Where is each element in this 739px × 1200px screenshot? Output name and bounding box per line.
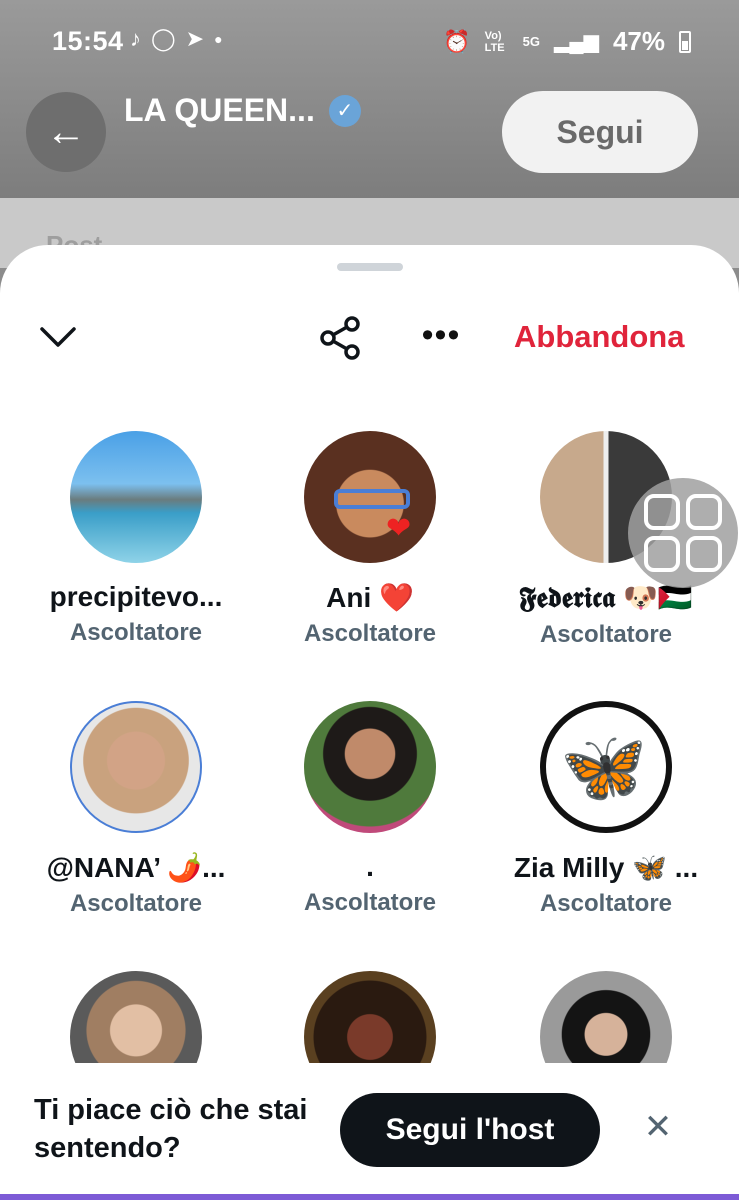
participant-role: Ascoltatore — [303, 620, 437, 647]
participant-card[interactable]: 🦋 Zia Milly 🦋 ... Ascoltatore — [488, 701, 724, 918]
avatar: 🦋 — [540, 701, 672, 833]
more-options-icon[interactable]: ••• — [418, 315, 464, 361]
participant-role: Ascoltatore — [69, 619, 203, 646]
back-button[interactable]: ← — [26, 92, 106, 172]
host-name: LA QUEEN... — [124, 92, 315, 128]
sheet-handle[interactable] — [337, 263, 403, 271]
status-right: ⏰ Vo) LTE 5G ▂▄▆ 47% — [443, 26, 691, 57]
avatar — [70, 431, 202, 563]
network-label: 5G — [522, 34, 541, 49]
avatar — [70, 701, 202, 833]
grid-cell-icon — [686, 494, 722, 530]
chat-icon: ◯ — [151, 26, 176, 51]
notification-icons: ♪ ◯ ➤ ● — [130, 26, 223, 52]
participant-card[interactable]: @NANA’ 🌶️... Ascoltatore — [18, 701, 254, 918]
close-icon[interactable]: ✕ — [640, 1109, 676, 1145]
participant-role: Ascoltatore — [303, 889, 437, 916]
status-time: 15:54 — [52, 26, 124, 56]
chevron-down-icon[interactable] — [36, 317, 80, 357]
participant-card[interactable]: . Ascoltatore — [252, 701, 488, 917]
grid-cell-icon — [644, 494, 680, 530]
battery-level: 47% — [612, 26, 665, 56]
floating-grid-button[interactable] — [628, 478, 738, 588]
status-bar: 15:54 ♪ ◯ ➤ ● ⏰ Vo) LTE 5G ▂▄▆ 47% — [0, 0, 739, 86]
telegram-icon: ➤ — [185, 26, 205, 51]
signal-icon: ▂▄▆ — [554, 31, 599, 53]
participant-role: Ascoltatore — [69, 890, 203, 917]
participant-card[interactable]: precipitevo... Ascoltatore — [18, 431, 254, 647]
avatar — [304, 701, 436, 833]
alarm-icon: ⏰ — [443, 28, 471, 54]
glasses-icon — [334, 489, 410, 509]
grid-cell-icon — [644, 536, 680, 572]
arrow-left-icon: ← — [46, 109, 86, 154]
battery-icon — [679, 30, 691, 53]
butterfly-icon: 🦋 — [560, 728, 648, 806]
follow-host-button[interactable]: Segui l'host — [340, 1093, 600, 1167]
participant-name: Ani ❤️ — [326, 582, 414, 613]
tiktok-icon: ♪ — [130, 26, 141, 51]
host-title: LA QUEEN... ✓ — [124, 92, 361, 129]
participant-role: Ascoltatore — [539, 890, 673, 917]
space-sheet: ••• Abbandona precipitevo... Ascoltatore… — [0, 245, 739, 1200]
share-icon[interactable] — [318, 315, 364, 361]
participant-name: @NANA’ 🌶️... — [46, 852, 226, 883]
verified-badge-icon: ✓ — [328, 94, 361, 127]
cta-question: Ti piace ciò che stai sentendo? — [34, 1094, 308, 1164]
avatar: ❤ — [304, 431, 436, 563]
participant-name: precipitevo... — [49, 581, 223, 612]
follow-button[interactable]: Segui — [502, 91, 698, 173]
grid-cell-icon — [686, 536, 722, 572]
leave-button[interactable]: Abbandona — [514, 319, 685, 355]
volte-label: Vo) LTE — [484, 29, 505, 54]
participant-role: Ascoltatore — [539, 621, 673, 648]
dot-icon: ● — [214, 31, 223, 47]
bottom-accent-bar — [0, 1194, 739, 1200]
heart-icon: ❤ — [386, 512, 412, 545]
participant-name: . — [366, 851, 374, 882]
participant-name: Zia Milly 🦋 ... — [513, 852, 699, 883]
participant-card[interactable]: ❤ Ani ❤️ Ascoltatore — [252, 431, 488, 648]
